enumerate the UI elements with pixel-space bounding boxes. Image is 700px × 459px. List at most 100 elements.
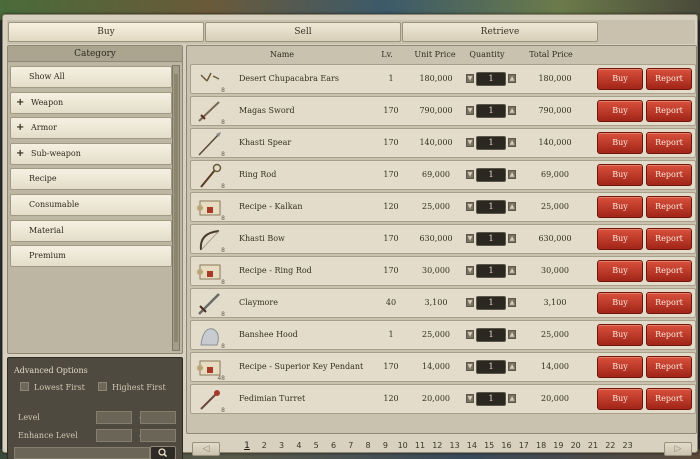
quantity-decrease-button[interactable]: ▼: [466, 170, 474, 179]
report-button[interactable]: Report: [646, 260, 692, 282]
page-number[interactable]: 6: [327, 441, 341, 450]
quantity-input[interactable]: 1: [476, 264, 506, 278]
page-number[interactable]: 14: [465, 441, 479, 450]
page-number[interactable]: 16: [500, 441, 514, 450]
quantity-increase-button[interactable]: ▲: [508, 202, 516, 211]
quantity-input[interactable]: 1: [476, 232, 506, 246]
page-number[interactable]: 7: [344, 441, 358, 450]
table-row[interactable]: 8 Banshee Hood 1 25,000 ▼ 1 ▲ 25,000 Buy Report: [190, 320, 696, 350]
ears-icon[interactable]: 8: [195, 67, 225, 94]
scroll-icon[interactable]: 8: [195, 259, 225, 286]
quantity-increase-button[interactable]: ▲: [508, 170, 516, 179]
page-number[interactable]: 20: [569, 441, 583, 450]
page-number[interactable]: 2: [257, 441, 271, 450]
table-row[interactable]: 8 Claymore 40 3,100 ▼ 1 ▲ 3,100 Buy Report: [190, 288, 696, 318]
table-row[interactable]: 48 Recipe - Superior Key Pendant 170 14,000…: [190, 352, 696, 382]
page-number[interactable]: 1: [240, 441, 254, 451]
quantity-increase-button[interactable]: ▲: [508, 298, 516, 307]
page-number[interactable]: 18: [534, 441, 548, 450]
quantity-input[interactable]: 1: [476, 392, 506, 406]
category-item[interactable]: + Armor: [10, 117, 172, 140]
quantity-input[interactable]: 1: [476, 136, 506, 150]
quantity-decrease-button[interactable]: ▼: [466, 330, 474, 339]
page-number[interactable]: 8: [361, 441, 375, 450]
report-button[interactable]: Report: [646, 292, 692, 314]
category-item[interactable]: + Weapon: [10, 91, 172, 114]
buy-button[interactable]: Buy: [597, 196, 643, 218]
quantity-increase-button[interactable]: ▲: [508, 266, 516, 275]
quantity-increase-button[interactable]: ▲: [508, 106, 516, 115]
page-number[interactable]: 17: [517, 441, 531, 450]
report-button[interactable]: Report: [646, 132, 692, 154]
quantity-input[interactable]: 1: [476, 200, 506, 214]
buy-button[interactable]: Buy: [597, 260, 643, 282]
claymore-icon[interactable]: 8: [195, 291, 225, 318]
search-button[interactable]: [150, 446, 176, 459]
table-row[interactable]: 8 Desert Chupacabra Ears 1 180,000 ▼ 1 ▲ 180,00…: [190, 64, 696, 94]
report-button[interactable]: Report: [646, 68, 692, 90]
quantity-increase-button[interactable]: ▲: [508, 74, 516, 83]
level-min-input[interactable]: [96, 411, 132, 424]
quantity-decrease-button[interactable]: ▼: [466, 106, 474, 115]
category-item[interactable]: Consumable: [10, 193, 172, 216]
buy-button[interactable]: Buy: [597, 388, 643, 410]
prev-page-button[interactable]: ◁: [192, 442, 220, 456]
table-row[interactable]: 8 Recipe - Kalkan 120 25,000 ▼ 1 ▲ 25,000 Buy Rep…: [190, 192, 696, 222]
category-item[interactable]: Material: [10, 219, 172, 242]
highest-first-option[interactable]: Highest First: [98, 382, 166, 392]
lowest-first-option[interactable]: Lowest First: [20, 382, 85, 392]
report-button[interactable]: Report: [646, 388, 692, 410]
page-number[interactable]: 13: [448, 441, 462, 450]
table-row[interactable]: 8 Recipe - Ring Rod 170 30,000 ▼ 1 ▲ 30,000 Buy R…: [190, 256, 696, 286]
report-button[interactable]: Report: [646, 164, 692, 186]
report-button[interactable]: Report: [646, 324, 692, 346]
page-number[interactable]: 22: [603, 441, 617, 450]
page-number[interactable]: 9: [378, 441, 392, 450]
category-item[interactable]: Recipe: [10, 168, 172, 191]
tab-sell[interactable]: Sell: [205, 22, 401, 42]
quantity-decrease-button[interactable]: ▼: [466, 138, 474, 147]
level-max-input[interactable]: [140, 411, 176, 424]
buy-button[interactable]: Buy: [597, 324, 643, 346]
next-page-button[interactable]: ▷: [664, 442, 692, 456]
quantity-input[interactable]: 1: [476, 104, 506, 118]
quantity-input[interactable]: 1: [476, 296, 506, 310]
scroll-icon[interactable]: 8: [195, 195, 225, 222]
quantity-input[interactable]: 1: [476, 72, 506, 86]
buy-button[interactable]: Buy: [597, 164, 643, 186]
quantity-decrease-button[interactable]: ▼: [466, 394, 474, 403]
page-number[interactable]: 21: [586, 441, 600, 450]
quantity-decrease-button[interactable]: ▼: [466, 266, 474, 275]
quantity-decrease-button[interactable]: ▼: [466, 362, 474, 371]
table-row[interactable]: 8 Fedimian Turret 120 20,000 ▼ 1 ▲ 20,000 Buy Rep…: [190, 384, 696, 414]
page-number[interactable]: 3: [275, 441, 289, 450]
category-item[interactable]: Premium: [10, 245, 172, 268]
report-button[interactable]: Report: [646, 196, 692, 218]
buy-button[interactable]: Buy: [597, 228, 643, 250]
quantity-decrease-button[interactable]: ▼: [466, 202, 474, 211]
report-button[interactable]: Report: [646, 356, 692, 378]
lowest-first-checkbox[interactable]: [20, 382, 29, 391]
quantity-decrease-button[interactable]: ▼: [466, 298, 474, 307]
page-number[interactable]: 19: [551, 441, 565, 450]
quantity-input[interactable]: 1: [476, 328, 506, 342]
table-row[interactable]: 8 Khasti Spear 170 140,000 ▼ 1 ▲ 140,000 Buy Repo…: [190, 128, 696, 158]
table-row[interactable]: 8 Ring Rod 170 69,000 ▼ 1 ▲ 69,000 Buy Report: [190, 160, 696, 190]
quantity-input[interactable]: 1: [476, 168, 506, 182]
hood-icon[interactable]: 8: [195, 323, 225, 350]
quantity-increase-button[interactable]: ▲: [508, 138, 516, 147]
quantity-increase-button[interactable]: ▲: [508, 234, 516, 243]
report-button[interactable]: Report: [646, 100, 692, 122]
quantity-decrease-button[interactable]: ▼: [466, 234, 474, 243]
buy-button[interactable]: Buy: [597, 100, 643, 122]
enhance-max-input[interactable]: [140, 429, 176, 442]
table-row[interactable]: 8 Khasti Bow 170 630,000 ▼ 1 ▲ 630,000 Buy Report: [190, 224, 696, 254]
page-number[interactable]: 15: [482, 441, 496, 450]
tab-retrieve[interactable]: Retrieve: [402, 22, 598, 42]
sword-icon[interactable]: 8: [195, 99, 225, 126]
enhance-min-input[interactable]: [96, 429, 132, 442]
page-number[interactable]: 5: [309, 441, 323, 450]
highest-first-checkbox[interactable]: [98, 382, 107, 391]
buy-button[interactable]: Buy: [597, 132, 643, 154]
buy-button[interactable]: Buy: [597, 292, 643, 314]
